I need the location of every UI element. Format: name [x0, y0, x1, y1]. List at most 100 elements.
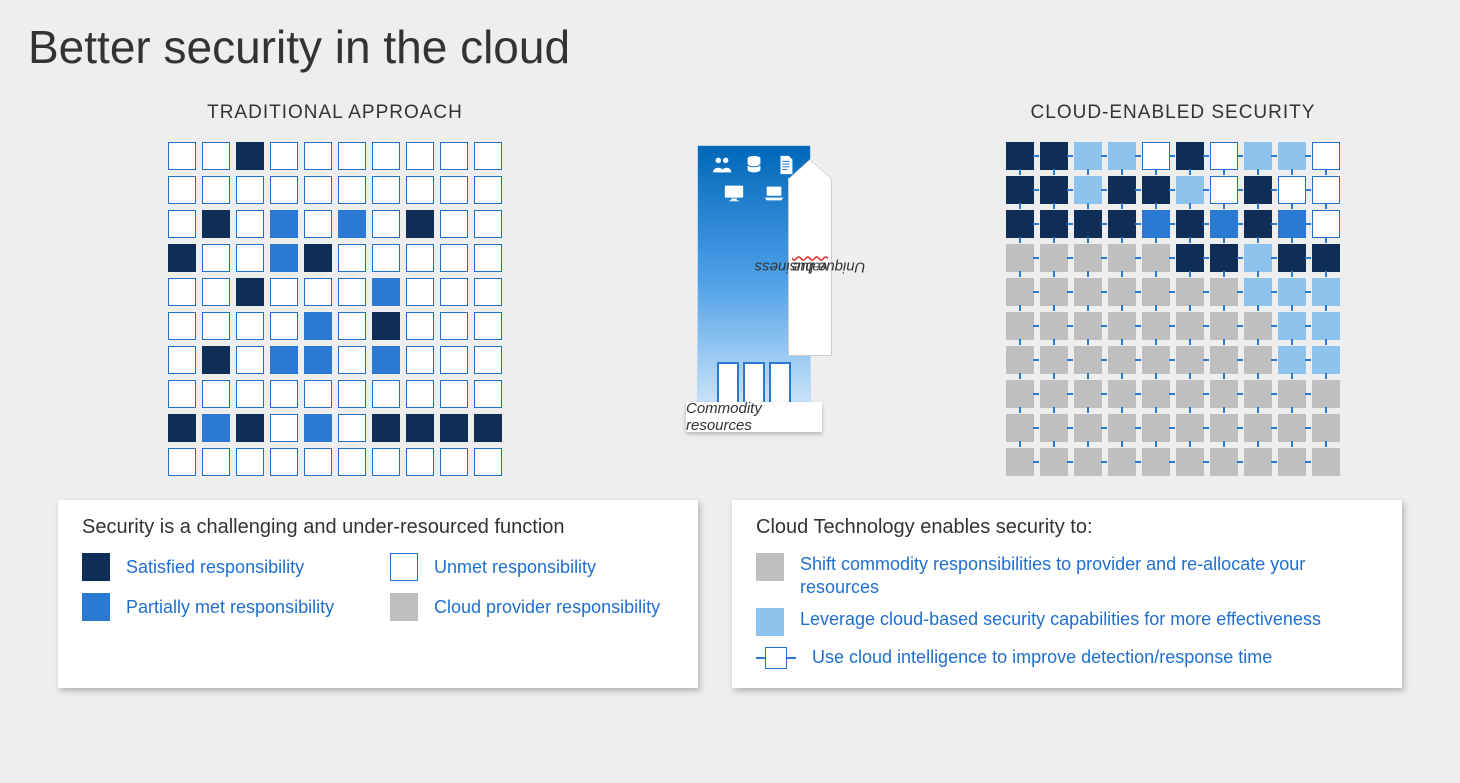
grid-cell: [1142, 414, 1170, 442]
legend-swatch: [82, 593, 110, 621]
grid-cell: [1040, 312, 1068, 340]
traditional-grid: [168, 142, 502, 476]
legend-grid: Satisfied responsibilityUnmet responsibi…: [82, 553, 674, 621]
grid-cell: [338, 142, 366, 170]
grid-cell: [1278, 414, 1306, 442]
grid-cell: [1006, 448, 1034, 476]
grid-cell: [1006, 346, 1034, 374]
grid-cell: [236, 346, 264, 374]
grid-cell: [338, 244, 366, 272]
grid-cell: [168, 312, 196, 340]
legend-label: Unmet responsibility: [434, 556, 596, 579]
grid-cell: [1244, 414, 1272, 442]
grid-cell: [1244, 448, 1272, 476]
value-pillar: Unique business value Commodity resource…: [698, 146, 810, 414]
grid-cell: [1040, 210, 1068, 238]
grid-cell: [1040, 380, 1068, 408]
grid-cell: [202, 312, 230, 340]
cards-row: Security is a challenging and under-reso…: [28, 500, 1432, 688]
grid-cell: [1074, 346, 1102, 374]
top-row: TRADITIONAL APPROACH: [28, 102, 1432, 476]
grid-cell: [406, 312, 434, 340]
grid-cell: [474, 312, 502, 340]
grid-cell: [270, 380, 298, 408]
grid-cell: [1176, 244, 1204, 272]
grid-cell: [1312, 346, 1340, 374]
grid-cell: [1244, 312, 1272, 340]
grid-cell: [1074, 244, 1102, 272]
legend-swatch: [390, 553, 418, 581]
monitor-icon: [717, 182, 751, 204]
grid-cell: [270, 176, 298, 204]
grid-cell: [1312, 312, 1340, 340]
grid-cell: [338, 312, 366, 340]
grid-cell: [406, 278, 434, 306]
grid-cell: [406, 244, 434, 272]
benefits-heading: Cloud Technology enables security to:: [756, 516, 1378, 539]
grid-cell: [1142, 176, 1170, 204]
grid-cell: [440, 346, 468, 374]
pillar-servers: [698, 362, 810, 404]
grid-cell: [236, 210, 264, 238]
grid-cell: [474, 414, 502, 442]
grid-cell: [406, 176, 434, 204]
grid-cell: [1040, 414, 1068, 442]
traditional-column: TRADITIONAL APPROACH: [168, 102, 502, 476]
grid-cell: [1244, 210, 1272, 238]
legend-swatch: [82, 553, 110, 581]
grid-cell: [1074, 142, 1102, 170]
grid-cell: [1040, 346, 1068, 374]
server-icon: [769, 362, 791, 404]
grid-cell: [406, 210, 434, 238]
grid-cell: [1278, 176, 1306, 204]
grid-cell: [372, 312, 400, 340]
grid-cell: [1074, 176, 1102, 204]
grid-cell: [1074, 414, 1102, 442]
grid-cell: [474, 142, 502, 170]
grid-cell: [270, 312, 298, 340]
grid-cell: [304, 244, 332, 272]
grid-cell: [1312, 448, 1340, 476]
legend-item: Partially met responsibility: [82, 593, 366, 621]
grid-cell: [168, 278, 196, 306]
grid-cell: [236, 414, 264, 442]
grid-cell: [1176, 414, 1204, 442]
grid-cell: [1006, 380, 1034, 408]
grid-cell: [406, 448, 434, 476]
grid-cell: [1312, 210, 1340, 238]
grid-cell: [202, 278, 230, 306]
grid-cell: [236, 278, 264, 306]
grid-cell: [1176, 210, 1204, 238]
grid-cell: [440, 210, 468, 238]
grid-cell: [440, 142, 468, 170]
grid-cell: [474, 278, 502, 306]
grid-cell: [1108, 142, 1136, 170]
grid-cell: [1142, 448, 1170, 476]
grid-cell: [440, 278, 468, 306]
legend-label: Cloud provider responsibility: [434, 596, 660, 619]
grid-cell: [1278, 142, 1306, 170]
grid-cell: [202, 414, 230, 442]
legend-card: Security is a challenging and under-reso…: [58, 500, 698, 688]
grid-cell: [304, 414, 332, 442]
grid-cell: [1244, 244, 1272, 272]
grid-cell: [236, 312, 264, 340]
value-pointer: Unique business value: [788, 178, 832, 356]
diagram-page: Better security in the cloud TRADITIONAL…: [0, 0, 1460, 783]
grid-cell: [1176, 448, 1204, 476]
grid-cell: [372, 414, 400, 442]
grid-cell: [1312, 244, 1340, 272]
grid-cell: [270, 278, 298, 306]
grid-cell: [270, 448, 298, 476]
grid-cell: [1142, 142, 1170, 170]
grid-cell: [304, 380, 332, 408]
grid-cell: [1074, 210, 1102, 238]
grid-cell: [236, 244, 264, 272]
pillar-wrap: Unique business value Commodity resource…: [664, 146, 844, 414]
grid-cell: [270, 142, 298, 170]
benefit-item: Use cloud intelligence to improve detect…: [756, 646, 1378, 670]
grid-cell: [236, 380, 264, 408]
grid-cell: [1006, 142, 1034, 170]
grid-cell: [1312, 414, 1340, 442]
grid-cell: [1142, 278, 1170, 306]
